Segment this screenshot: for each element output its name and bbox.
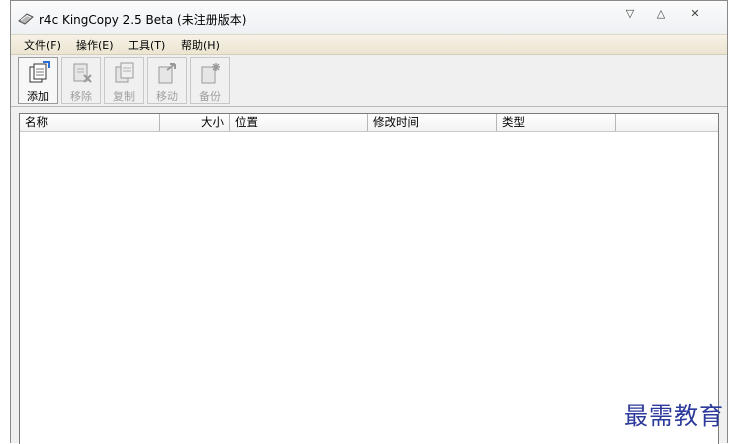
remove-file-icon [73,63,92,83]
column-modified-header[interactable]: 修改时间 [368,114,497,131]
backup-label: 备份 [199,90,221,103]
menu-file[interactable]: 文件(F) [24,37,61,53]
column-location-header[interactable]: 位置 [230,114,368,131]
menu-operation[interactable]: 操作(E) [76,37,114,53]
move-button[interactable]: 移动 [147,57,187,104]
copy-button[interactable]: 复制 [104,57,144,104]
column-size-header[interactable]: 大小 [160,114,230,131]
add-file-icon [29,61,50,83]
backup-button[interactable]: 备份 [190,57,230,104]
watermark: 最需教育 [624,402,724,430]
list-header: 名称 大小 位置 修改时间 类型 [20,114,718,132]
app-icon [18,13,34,25]
backup-file-icon [201,63,220,84]
menu-tools[interactable]: 工具(T) [128,37,165,53]
remove-label: 移除 [70,90,92,103]
add-label: 添加 [27,90,49,103]
title-bar: r4c KingCopy 2.5 Beta (未注册版本) ▽ △ ✕ [11,1,727,34]
toolbar: 添加 移除 复制 移动 备份 [11,54,727,107]
copy-file-icon [115,62,134,83]
add-button[interactable]: 添加 [18,57,58,104]
maximize-button[interactable]: △ [650,5,672,21]
remove-button[interactable]: 移除 [61,57,101,104]
menu-help[interactable]: 帮助(H) [181,37,220,53]
file-list[interactable]: 名称 大小 位置 修改时间 类型 [19,113,719,444]
column-type-header[interactable]: 类型 [497,114,616,131]
window-title: r4c KingCopy 2.5 Beta (未注册版本) [39,13,247,27]
move-label: 移动 [156,90,178,103]
close-button[interactable]: ✕ [684,5,706,21]
column-name-header[interactable]: 名称 [20,114,160,131]
app-window: r4c KingCopy 2.5 Beta (未注册版本) ▽ △ ✕ 文件(F… [10,0,728,444]
menu-bar: 文件(F) 操作(E) 工具(T) 帮助(H) [11,34,727,55]
move-file-icon [158,63,176,84]
copy-label: 复制 [113,90,135,103]
minimize-button[interactable]: ▽ [619,5,641,21]
